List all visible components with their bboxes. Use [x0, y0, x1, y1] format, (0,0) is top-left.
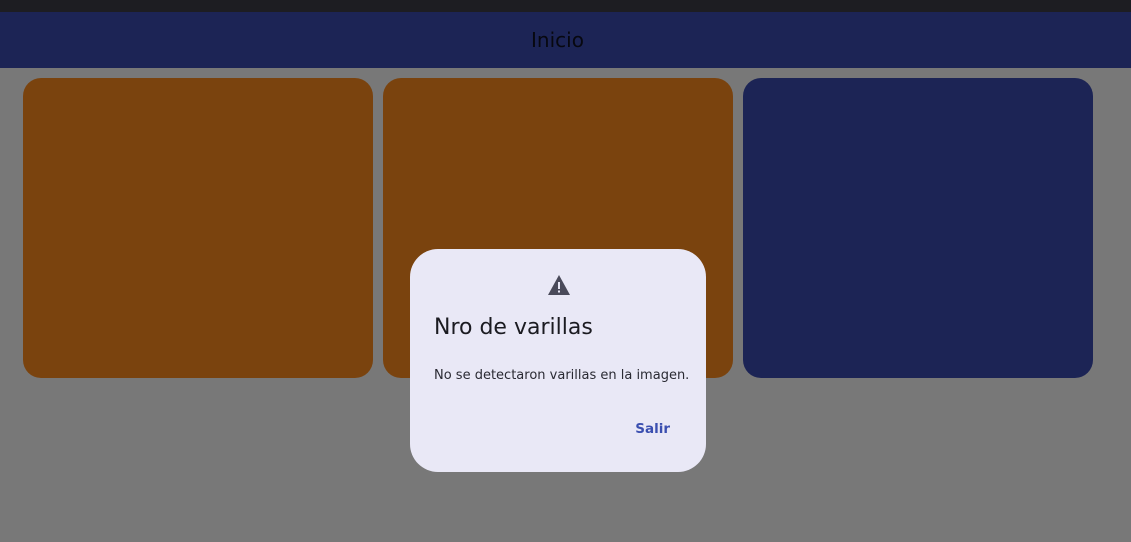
- warning-icon: [547, 274, 571, 296]
- dialog-message: No se detectaron varillas en la imagen.: [434, 368, 690, 383]
- exit-button[interactable]: Salir: [629, 419, 676, 439]
- alert-dialog: Nro de varillas No se detectaron varilla…: [410, 249, 706, 472]
- dialog-title: Nro de varillas: [434, 315, 593, 340]
